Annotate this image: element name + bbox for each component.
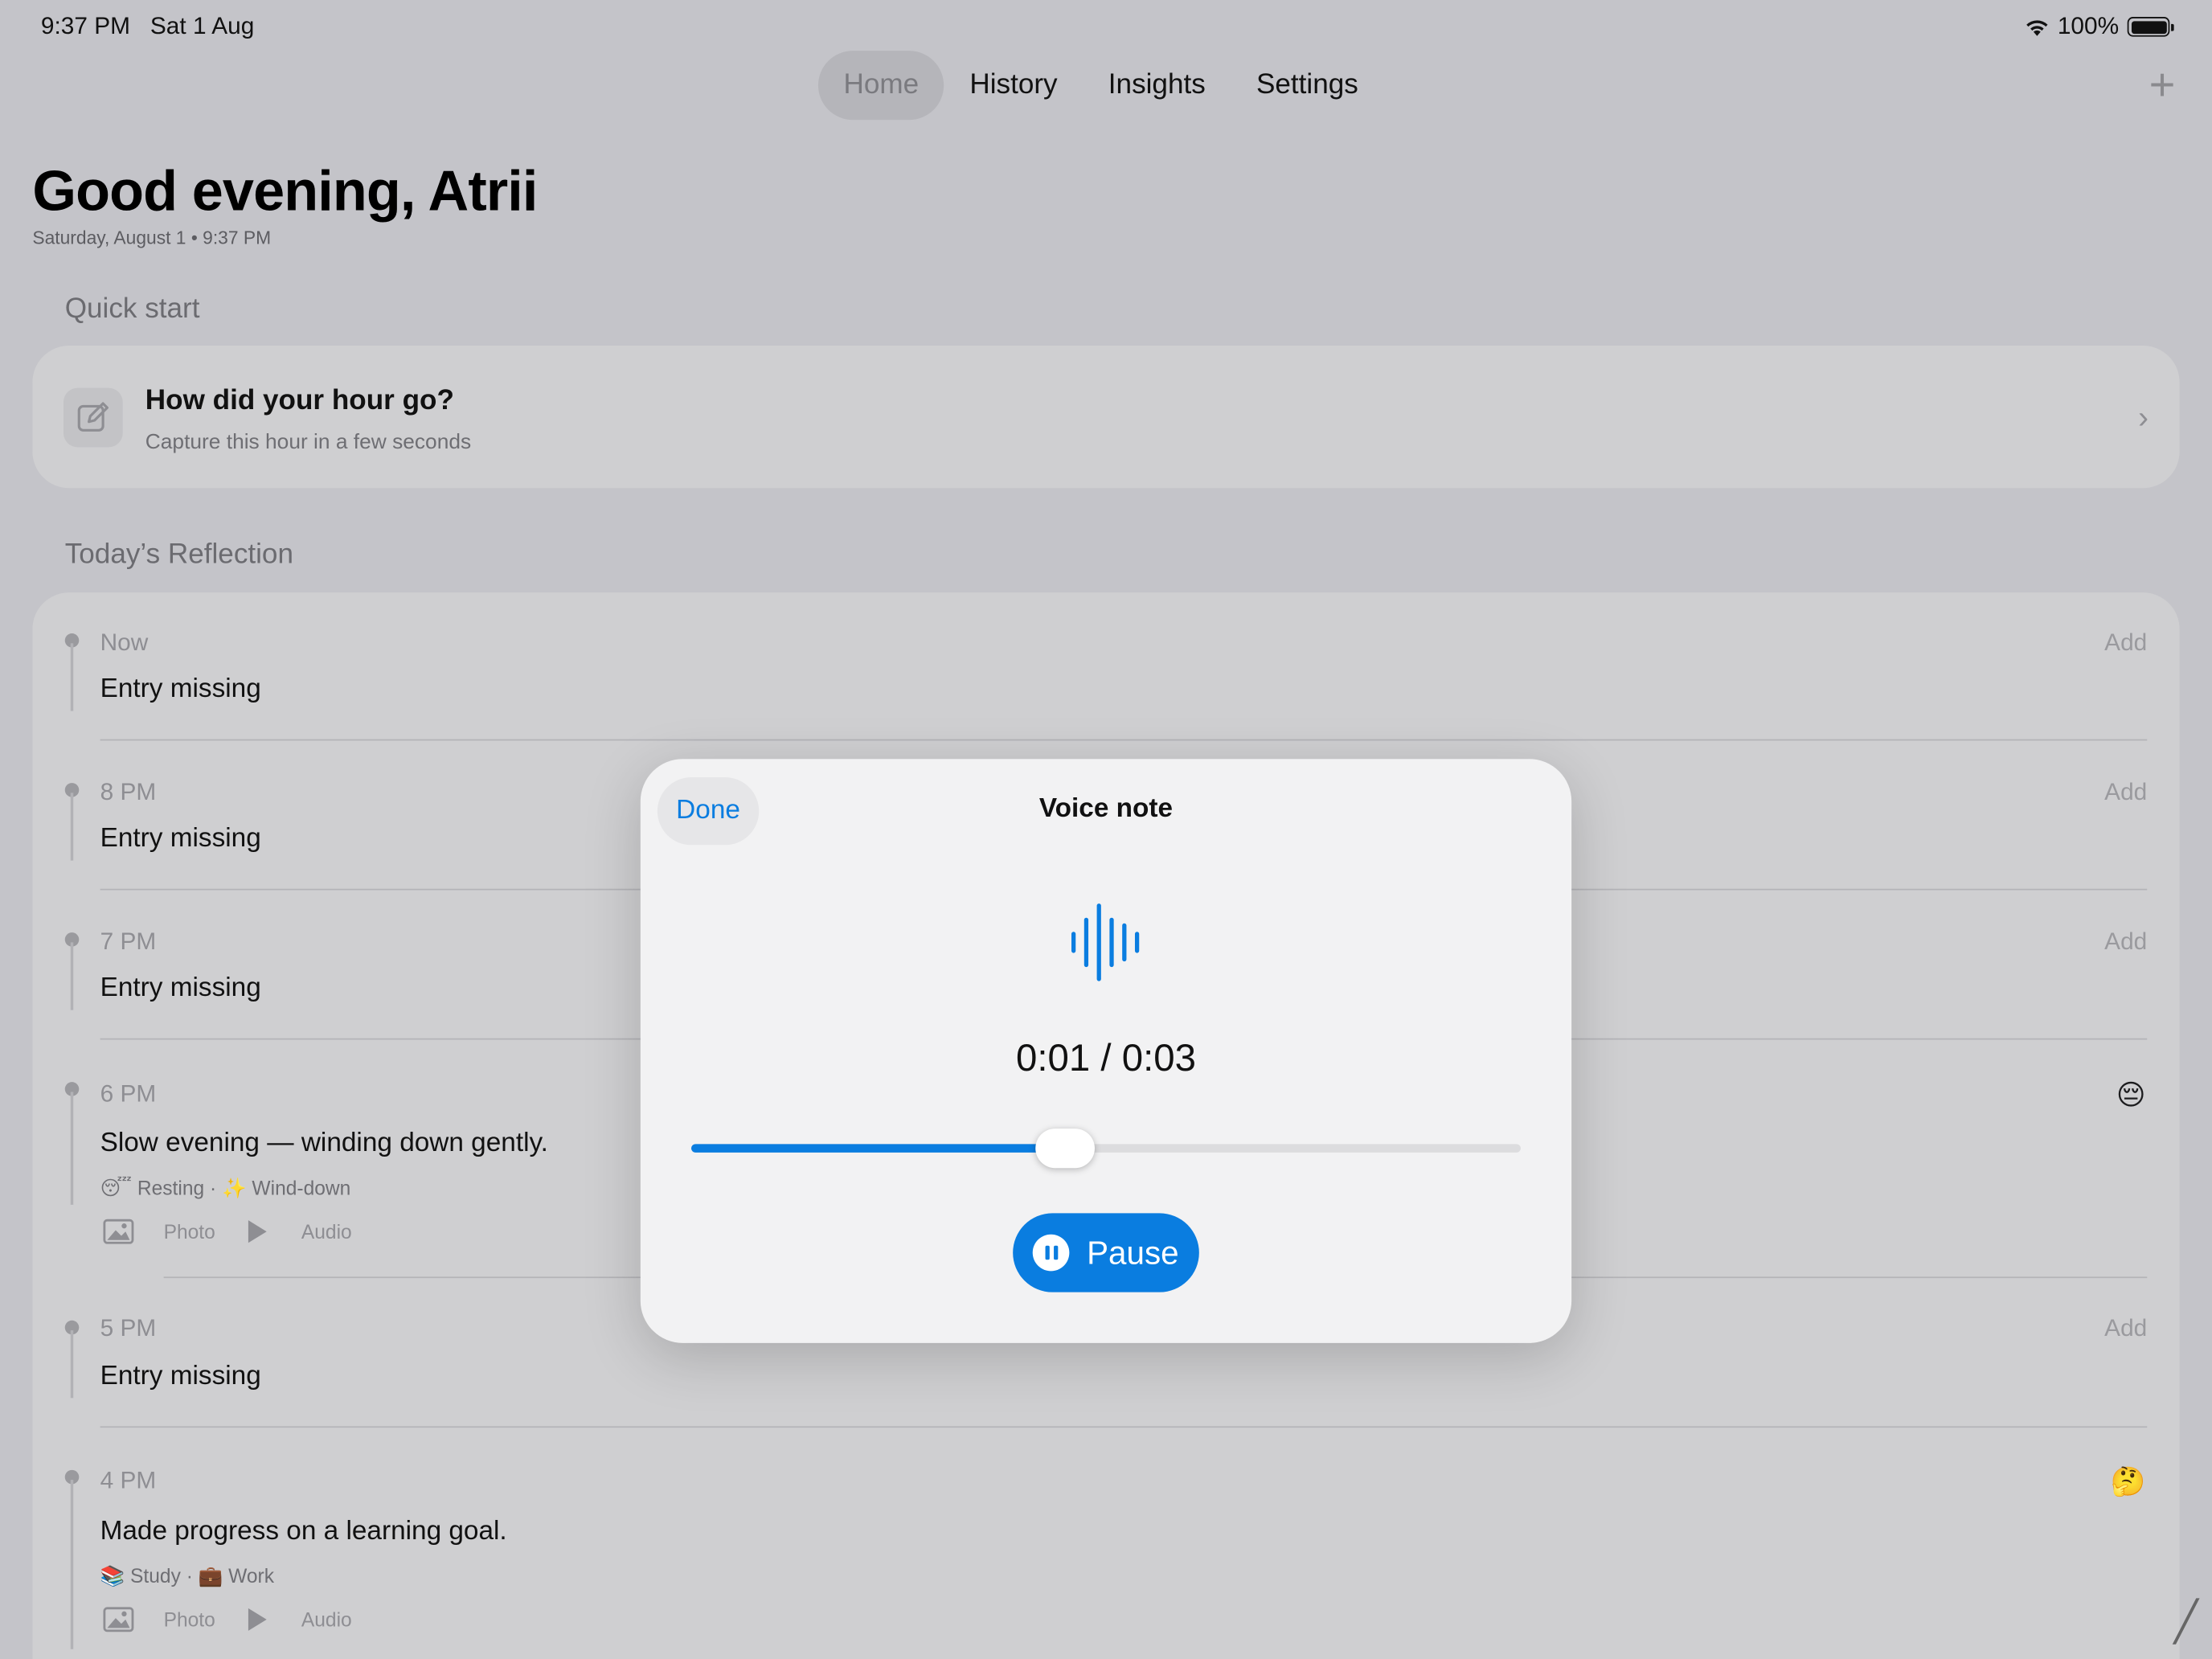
- timeline-line: [70, 643, 74, 711]
- entry-media: Photo Audio: [103, 1219, 352, 1244]
- page-title: Good evening, Atrii: [32, 161, 538, 223]
- quick-start-subtitle: Capture this hour in a few seconds: [145, 430, 472, 455]
- play-icon[interactable]: [245, 1219, 268, 1244]
- photo-icon[interactable]: [103, 1607, 134, 1632]
- tab-home[interactable]: Home: [817, 51, 944, 121]
- photo-icon[interactable]: [103, 1219, 134, 1244]
- waveform-icon: [1071, 903, 1140, 981]
- add-entry-button[interactable]: Add: [2104, 928, 2147, 956]
- audio-label[interactable]: Audio: [301, 1220, 352, 1243]
- photo-label[interactable]: Photo: [164, 1220, 215, 1243]
- entry-text: Entry missing: [100, 823, 261, 854]
- entry-time: 8 PM: [100, 778, 157, 806]
- slider-fill: [690, 1144, 1065, 1153]
- entry-time: 5 PM: [100, 1314, 157, 1342]
- entry-time: 7 PM: [100, 928, 157, 956]
- entry-time: 6 PM: [100, 1080, 157, 1108]
- timeline-line: [70, 1330, 74, 1399]
- status-bar-right: 100%: [2024, 12, 2174, 41]
- entry-text: Entry missing: [100, 973, 261, 1003]
- play-icon[interactable]: [245, 1607, 268, 1632]
- slider-thumb[interactable]: [1034, 1129, 1095, 1169]
- timeline-line: [70, 942, 74, 1010]
- tab-insights[interactable]: Insights: [1083, 51, 1231, 120]
- entry-text: Slow evening — winding down gently.: [100, 1129, 548, 1158]
- status-bar-time: 9:37 PM Sat 1 Aug: [40, 12, 255, 40]
- entry-tags: 📚 Study · 💼 Work: [100, 1564, 275, 1587]
- add-icon[interactable]: +: [2149, 62, 2176, 107]
- tab-history[interactable]: History: [944, 51, 1083, 120]
- quick-start-heading: Quick start: [64, 293, 200, 325]
- compose-icon: [63, 387, 123, 448]
- quick-start-title: How did your hour go?: [145, 385, 454, 416]
- modal-title: Voice note: [1038, 794, 1174, 824]
- app-screen: 9:37 PM Sat 1 Aug 100% Home History Insi…: [0, 0, 2212, 1659]
- entry-text: Made progress on a learning goal.: [100, 1516, 507, 1546]
- timeline-line: [70, 793, 74, 861]
- entry-time: 4 PM: [100, 1467, 157, 1494]
- reflection-heading: Today’s Reflection: [64, 539, 293, 571]
- chevron-right-icon: ›: [2138, 399, 2149, 435]
- wifi-icon: [2026, 20, 2047, 36]
- entry-text: Entry missing: [100, 1361, 261, 1391]
- timeline-line: [70, 1092, 74, 1205]
- tab-settings[interactable]: Settings: [1231, 51, 1383, 120]
- divider: [100, 739, 2148, 741]
- pause-label: Pause: [1087, 1233, 1179, 1271]
- playback-slider[interactable]: [690, 1144, 1521, 1153]
- battery-percent: 100%: [2057, 12, 2120, 40]
- add-entry-button[interactable]: Add: [2104, 779, 2147, 807]
- add-entry-button[interactable]: Add: [2104, 1315, 2147, 1343]
- voice-note-modal: Done Voice note 0:01 / 0:03 Pause: [640, 759, 1572, 1343]
- quick-start-card[interactable]: How did your hour go? Capture this hour …: [32, 345, 2180, 489]
- divider: [100, 1426, 2148, 1428]
- entry-text: Entry missing: [100, 674, 261, 704]
- entry-time: Now: [100, 629, 149, 657]
- photo-label[interactable]: Photo: [164, 1608, 215, 1631]
- entry-tags: 😴 Resting · ✨ Wind-down: [100, 1176, 351, 1199]
- audio-label[interactable]: Audio: [301, 1608, 352, 1631]
- pencil-indicator-icon: ╱: [2173, 1600, 2198, 1644]
- entry-media: Photo Audio: [103, 1607, 352, 1632]
- mood-emoji: 🤔: [2110, 1467, 2146, 1498]
- mood-emoji: 😔: [2116, 1080, 2146, 1112]
- pause-button[interactable]: Pause: [1013, 1213, 1199, 1292]
- battery-icon: [2127, 17, 2174, 37]
- add-entry-button[interactable]: Add: [2104, 629, 2147, 657]
- timeline-line: [70, 1480, 74, 1649]
- date-subtitle: Saturday, August 1 • 9:37 PM: [32, 227, 272, 248]
- pause-icon: [1033, 1234, 1071, 1272]
- playback-time: 0:01 / 0:03: [1016, 1036, 1196, 1079]
- tab-bar: Home History Insights Settings: [817, 51, 1383, 121]
